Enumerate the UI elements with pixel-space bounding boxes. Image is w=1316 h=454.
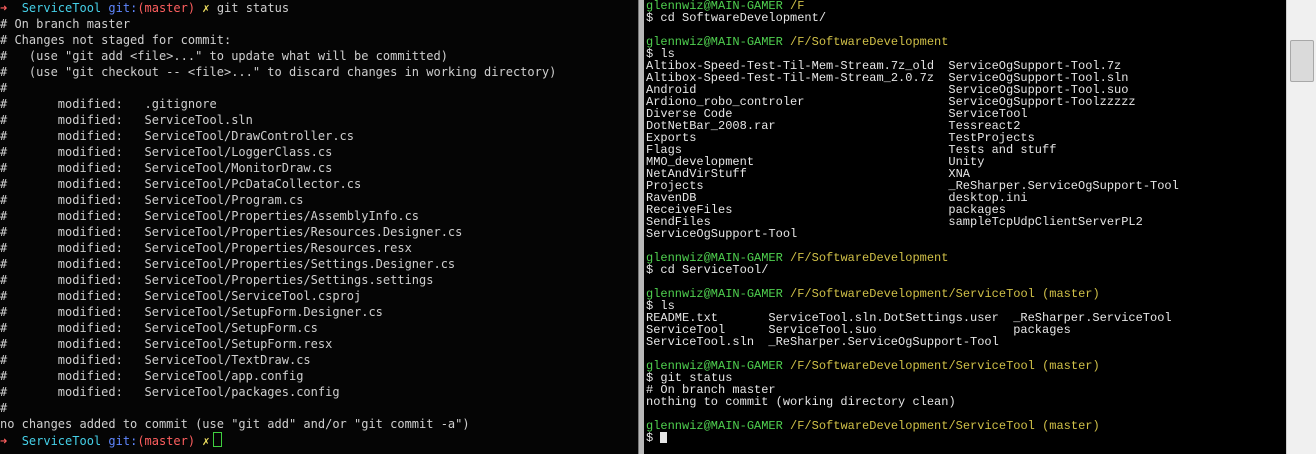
dirty-mark-icon: ✗ (202, 434, 210, 448)
command-text: cd SoftwareDevelopment/ (660, 11, 827, 25)
command-line: $ cd SoftwareDevelopment/ (644, 12, 1286, 24)
prompt-path: /F/SoftwareDevelopment/ServiceTool (mast… (790, 359, 1100, 373)
right-terminal-pane[interactable]: glennwiz@MAIN-GAMER /F $ cd SoftwareDevel… (644, 0, 1286, 454)
left-terminal-pane[interactable]: ➜ ServiceTool git:(master) ✗ git status … (0, 0, 638, 454)
command-text: git status (216, 1, 290, 15)
prompt-header: glennwiz@MAIN-GAMER /F/SoftwareDevelopme… (644, 360, 1286, 372)
output-line: # (use "git checkout -- <file>..." to di… (0, 65, 557, 79)
ls-row: ServiceTool.sln _ReSharper.ServiceOgSuppo… (644, 336, 1286, 348)
output-line: # modified: ServiceTool/LoggerClass.cs (0, 145, 333, 159)
cursor-icon (212, 432, 222, 447)
ls-entry: Tests and stuff (948, 143, 1057, 157)
output-line: nothing to commit (working directory cle… (646, 395, 956, 409)
ls-entry: Unity (948, 155, 985, 169)
left-prompt-line-active[interactable]: ➜ ServiceTool git:(master) ✗ (0, 432, 638, 448)
output-line: # modified: ServiceTool/Properties/Resou… (0, 225, 463, 239)
output-line: # (0, 81, 8, 95)
cursor-icon (660, 432, 668, 443)
output-line: # (use "git add <file>..." to update wha… (0, 49, 448, 63)
output-line: # modified: ServiceTool/Properties/Setti… (0, 273, 434, 287)
output-line: # modified: ServiceTool/app.config (0, 369, 304, 383)
prompt-path: /F/SoftwareDevelopment/ServiceTool (mast… (790, 419, 1100, 433)
git-label: git: (108, 1, 138, 15)
ls-entry: _ReSharper.ServiceOgSupport-Tool (768, 335, 999, 349)
prompt-path: /F/SoftwareDevelopment/ServiceTool (mast… (790, 287, 1100, 301)
output-line: # modified: ServiceTool/SetupForm.resx (0, 337, 333, 351)
ls-entry: ServiceTool.sln (646, 335, 755, 349)
output-line: # modified: ServiceTool.sln (0, 113, 253, 127)
output-line: # modified: ServiceTool/Properties/Setti… (0, 257, 456, 271)
git-label: git: (108, 434, 138, 448)
prompt-symbol: $ (646, 263, 654, 277)
output-line: # modified: ServiceTool/packages.config (0, 385, 340, 399)
git-branch: (master) (137, 1, 196, 15)
ls-entry: packages (1013, 323, 1071, 337)
dirty-mark-icon: ✗ (202, 1, 210, 15)
command-line: $ (644, 432, 1286, 444)
output-line: # modified: ServiceTool/Program.cs (0, 193, 304, 207)
command-text: cd ServiceTool/ (660, 263, 769, 277)
prompt-symbol: $ (646, 431, 654, 445)
output-line: # (0, 401, 8, 415)
prompt-symbol: $ (646, 11, 654, 25)
git-branch: (master) (137, 434, 196, 448)
output-line: # modified: ServiceTool/MonitorDraw.cs (0, 161, 333, 175)
output-line: # modified: .gitignore (0, 97, 217, 111)
output-line: # modified: ServiceTool/DrawController.c… (0, 129, 355, 143)
output-line: # modified: ServiceTool/Properties/Resou… (0, 241, 412, 255)
output-line: # modified: ServiceTool/TextDraw.cs (0, 353, 311, 367)
command-output: # On branch master # Changes not staged f… (0, 16, 638, 432)
ls-entry: ServiceOgSupport-Tool (646, 227, 798, 241)
output-line: # modified: ServiceTool/SetupForm.Design… (0, 305, 383, 319)
ls-row: ServiceOgSupport-Tool (644, 228, 1286, 240)
output-line: # On branch master (0, 17, 131, 31)
current-dir: ServiceTool (21, 434, 102, 448)
current-dir: ServiceTool (21, 1, 102, 15)
ls-entry: Exports (646, 131, 697, 145)
left-prompt-line: ➜ ServiceTool git:(master) ✗ git status (0, 0, 638, 16)
scrollbar-thumb[interactable] (1290, 40, 1314, 82)
user-host: glennwiz@MAIN-GAMER (646, 419, 783, 433)
ls-row: README.txt ServiceTool.sln.DotSettings.us… (644, 312, 1286, 324)
output-line: # modified: ServiceTool/ServiceTool.cspr… (0, 289, 362, 303)
prompt-header: glennwiz@MAIN-GAMER /F/SoftwareDevelopme… (644, 288, 1286, 300)
output-line: # modified: ServiceTool/PcDataCollector.… (0, 177, 362, 191)
prompt-path: /F/SoftwareDevelopment (790, 35, 949, 49)
ls-entry: sampleTcpUdpClientServerPL2 (948, 215, 1143, 229)
vertical-scrollbar[interactable] (1286, 0, 1316, 454)
prompt-header: glennwiz@MAIN-GAMER /F/SoftwareDevelopme… (644, 36, 1286, 48)
prompt-arrow-icon: ➜ (0, 1, 8, 15)
output-line: # modified: ServiceTool/Properties/Assem… (0, 209, 420, 223)
output-line: # Changes not staged for commit: (0, 33, 232, 47)
prompt-arrow-icon: ➜ (0, 434, 8, 448)
prompt-header: glennwiz@MAIN-GAMER /F/SoftwareDevelopme… (644, 420, 1286, 432)
prompt-path: /F/SoftwareDevelopment (790, 251, 949, 265)
output-line: # modified: ServiceTool/SetupForm.cs (0, 321, 318, 335)
command-line: $ cd ServiceTool/ (644, 264, 1286, 276)
output-line: no changes added to commit (use "git add… (0, 417, 470, 431)
